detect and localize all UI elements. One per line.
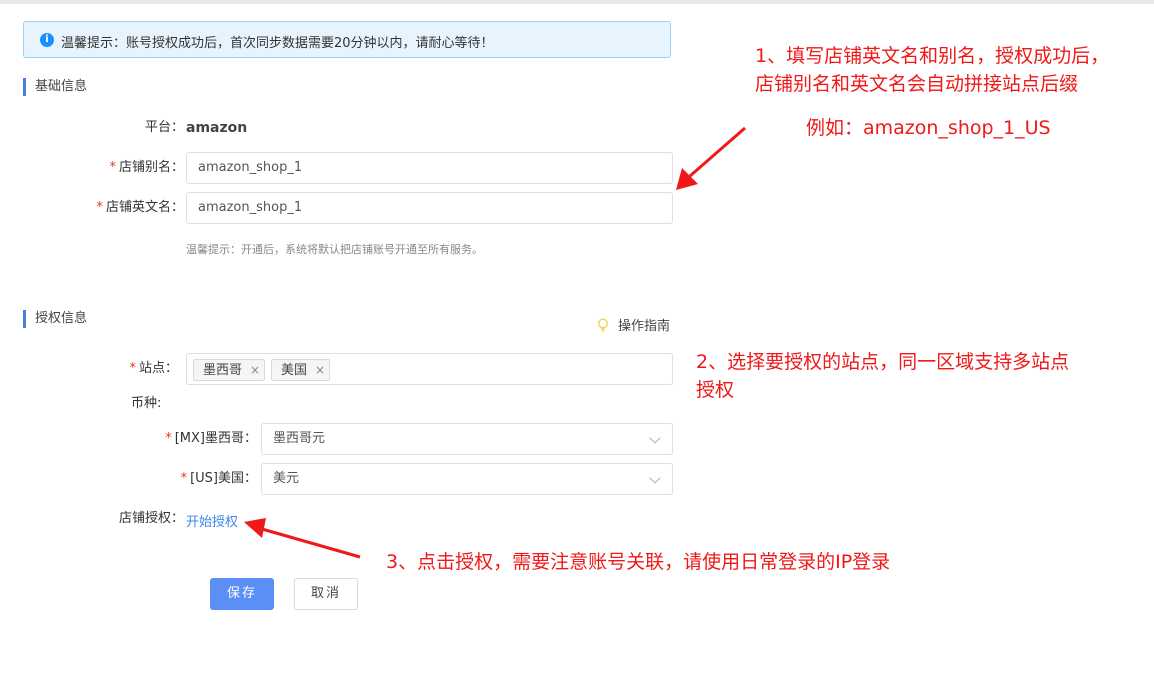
arrow-step1 — [676, 126, 746, 190]
annotation-arrows — [244, 126, 746, 559]
arrow-step3 — [244, 518, 361, 559]
